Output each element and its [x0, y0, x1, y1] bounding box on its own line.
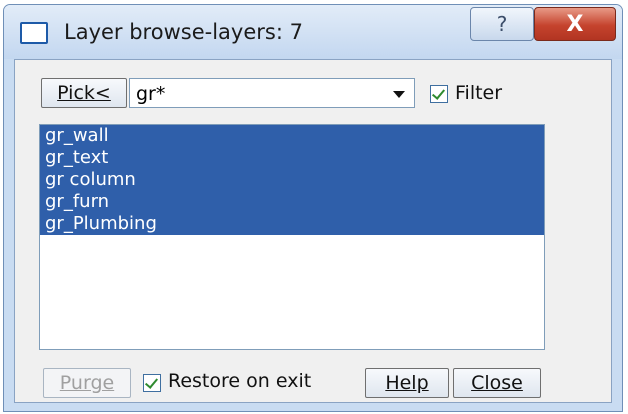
title-help-button[interactable]: ?: [470, 7, 534, 41]
restore-on-exit-checkbox[interactable]: [143, 374, 161, 392]
filter-label: Filter: [455, 82, 503, 104]
help-button[interactable]: Help: [365, 368, 449, 398]
window-title: Layer browse-layers: 7: [64, 20, 303, 44]
layer-list-item[interactable]: gr_Plumbing: [40, 213, 544, 235]
layer-list-item[interactable]: gr_furn: [40, 191, 544, 213]
filter-combobox-value: gr*: [136, 83, 166, 105]
dropdown-arrow-icon[interactable]: [393, 91, 405, 98]
question-mark-icon: ?: [496, 12, 508, 36]
pick-button-label: Pick<: [57, 82, 111, 104]
title-close-button[interactable]: X: [534, 7, 616, 41]
restore-on-exit-label: Restore on exit: [168, 370, 312, 392]
dialog-body: Pick< gr* Filter gr_wall gr_text gr colu…: [14, 59, 612, 403]
checkmark-icon: [144, 375, 159, 389]
layer-list-item[interactable]: gr_wall: [40, 125, 544, 147]
window-icon: [20, 22, 48, 44]
dialog-window: Layer browse-layers: 7 ? X Pick< gr* Fil…: [3, 4, 623, 412]
close-button[interactable]: Close: [453, 368, 541, 398]
purge-button-label: Purge: [59, 372, 115, 394]
pick-button[interactable]: Pick<: [41, 78, 127, 108]
filter-combobox[interactable]: gr*: [129, 78, 415, 108]
purge-button[interactable]: Purge: [43, 368, 131, 398]
filter-checkbox[interactable]: [430, 85, 448, 103]
checkmark-icon: [431, 86, 446, 100]
title-bar[interactable]: Layer browse-layers: 7 ? X: [4, 5, 622, 59]
layer-list-item[interactable]: gr_text: [40, 147, 544, 169]
layer-list[interactable]: gr_wall gr_text gr column gr_furn gr_Plu…: [39, 124, 545, 350]
help-button-label: Help: [385, 372, 429, 394]
close-button-label: Close: [471, 372, 523, 394]
layer-list-item[interactable]: gr column: [40, 169, 544, 191]
close-icon: X: [566, 11, 584, 37]
